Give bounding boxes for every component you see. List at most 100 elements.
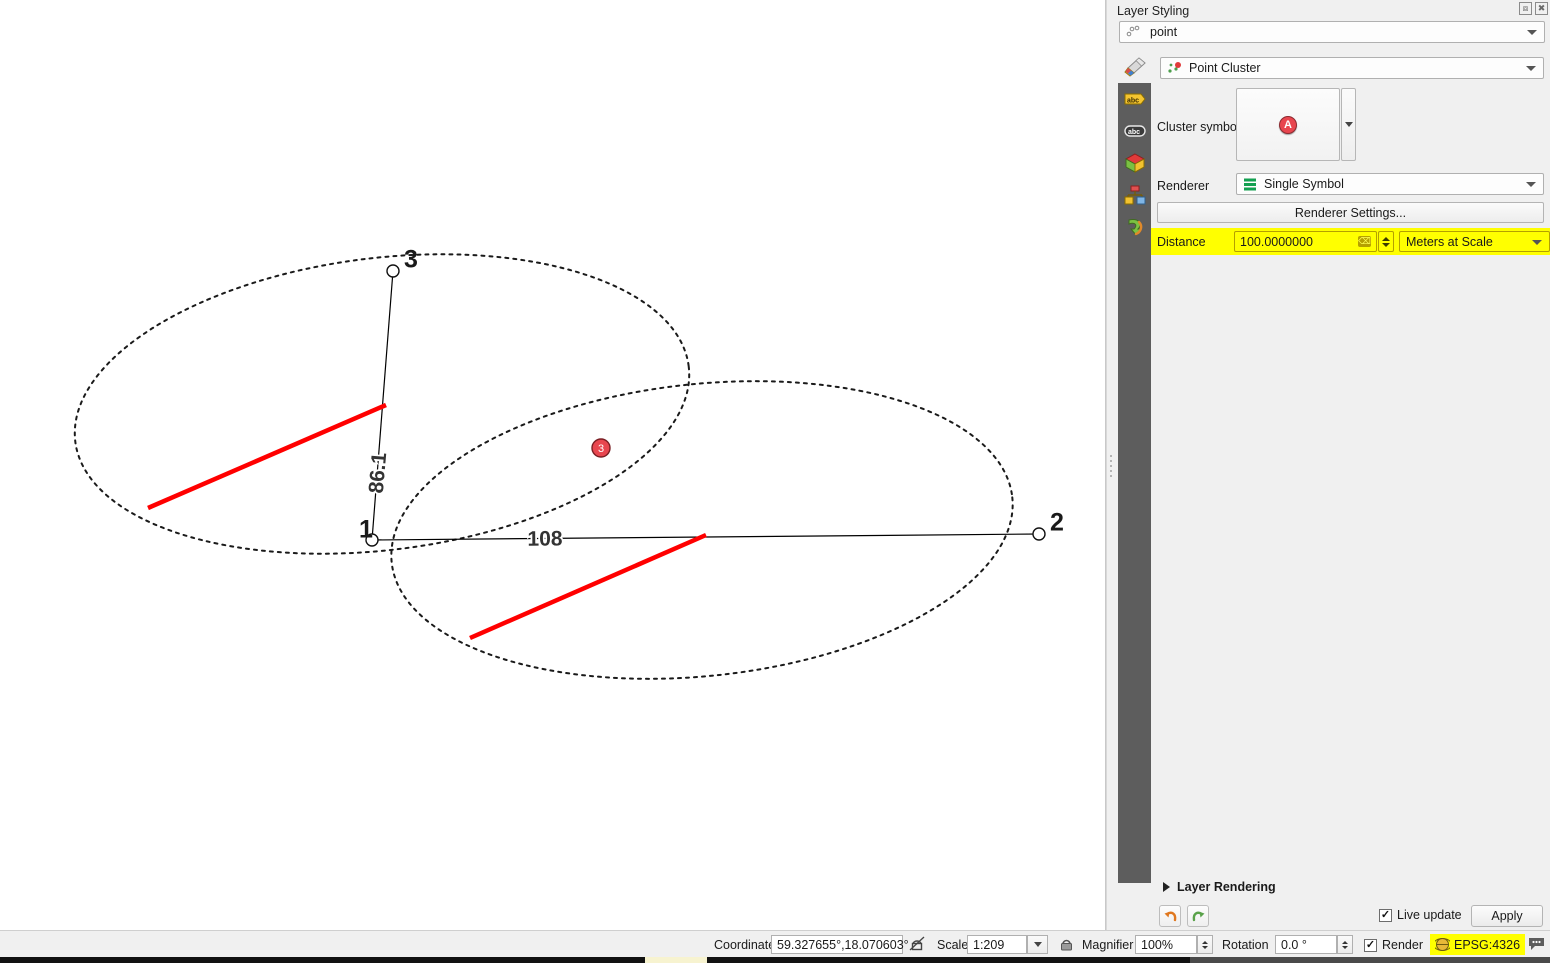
buffer-ellipse-right	[390, 380, 1014, 680]
edge-length-label-86.1: 86.1	[365, 451, 392, 494]
red-line-left	[147, 402, 387, 511]
svg-text:abc: abc	[1128, 129, 1140, 136]
chevron-down-icon	[1033, 942, 1042, 947]
tab-3d-view[interactable]	[1118, 147, 1151, 179]
checkbox-mark: ✓	[1364, 938, 1377, 952]
style-tab-strip: abc abc	[1118, 83, 1151, 883]
symbol-type-value: Point Cluster	[1189, 61, 1261, 75]
render-checkbox[interactable]: ✓ Render	[1364, 938, 1423, 952]
chevron-down-icon	[1526, 182, 1536, 187]
stepper-down-icon	[1382, 242, 1390, 247]
distance-unit-combo[interactable]: Meters at Scale	[1399, 231, 1550, 252]
diagram-chart-icon	[1124, 185, 1145, 205]
stepper-down-icon	[1342, 945, 1348, 949]
vertex-label-1: 1	[359, 516, 373, 544]
tab-diagrams[interactable]	[1118, 179, 1151, 211]
edge-length-label-108: 108	[527, 527, 563, 550]
scale-label: Scale	[937, 938, 969, 952]
chevron-right-icon	[1163, 882, 1170, 892]
qgis-window: 108 86.1 1 2 3 3 Layer Styling ⧈ ✖ point a…	[0, 0, 1550, 963]
tab-masks[interactable]: abc	[1118, 115, 1151, 147]
extent-lock-icon[interactable]	[909, 936, 926, 955]
symbology-form: Point Cluster Cluster symbol A Renderer …	[1151, 52, 1550, 262]
layer-rendering-section[interactable]: Layer Rendering	[1163, 880, 1276, 894]
clear-icon[interactable]: ⌫	[1358, 235, 1371, 247]
renderer-value: Single Symbol	[1264, 177, 1344, 191]
magnifier-stepper[interactable]	[1197, 935, 1213, 954]
redo-button[interactable]	[1187, 905, 1209, 927]
point-layer-icon	[1126, 25, 1140, 37]
map-canvas[interactable]: 108 86.1 1 2 3 3	[0, 0, 1106, 930]
render-label: Render	[1382, 938, 1423, 952]
vertex-marker-2[interactable]	[1032, 527, 1046, 541]
tab-symbology[interactable]	[1120, 53, 1150, 81]
lock-icon[interactable]	[1059, 936, 1074, 955]
chevron-down-icon	[1527, 30, 1537, 35]
stepper-up-icon	[1342, 940, 1348, 944]
cluster-symbol-dropdown-button[interactable]	[1341, 88, 1356, 161]
panel-splitter[interactable]	[1106, 0, 1114, 930]
masks-abc-icon: abc	[1123, 125, 1146, 137]
scale-dropdown-button[interactable]	[1027, 935, 1048, 954]
scale-field[interactable]: 1:209	[967, 935, 1027, 954]
panel-footer: ✓ Live update Apply	[1151, 903, 1550, 930]
live-update-checkbox[interactable]: ✓ Live update	[1379, 908, 1462, 922]
cluster-marker-count: 3	[598, 443, 604, 455]
live-update-label: Live update	[1397, 908, 1462, 922]
layer-rendering-label: Layer Rendering	[1177, 880, 1276, 894]
distance-stepper[interactable]	[1378, 231, 1394, 252]
splitter-grip	[1110, 455, 1112, 477]
red-line-features	[147, 402, 707, 641]
distance-input[interactable]: 100.0000000 ⌫	[1234, 231, 1377, 252]
svg-text:abc: abc	[1127, 98, 1139, 105]
rotation-value: 0.0 °	[1281, 937, 1307, 952]
apply-button[interactable]: Apply	[1471, 905, 1543, 927]
tab-actions[interactable]	[1118, 211, 1151, 243]
rotation-stepper[interactable]	[1337, 935, 1353, 954]
magnifier-field[interactable]: 100%	[1135, 935, 1197, 954]
page-title: Layer Styling	[1117, 4, 1190, 18]
globe-crs-icon	[1435, 938, 1450, 951]
chevron-down-icon	[1532, 239, 1542, 245]
renderer-settings-button[interactable]: Renderer Settings...	[1157, 202, 1544, 223]
stepper-up-icon	[1382, 236, 1390, 241]
point-cluster-marker[interactable]: 3	[591, 438, 611, 458]
coordinate-field[interactable]: 59.327655°,18.070603°	[771, 935, 909, 954]
buffer-ellipse-left	[73, 253, 691, 555]
renderer-combo[interactable]: Single Symbol	[1236, 173, 1544, 195]
renderer-label: Renderer	[1157, 179, 1210, 193]
point-cluster-icon	[1168, 62, 1181, 73]
os-taskbar	[0, 957, 1550, 963]
symbol-type-combo[interactable]: Point Cluster	[1160, 57, 1544, 79]
vertex-markers	[365, 264, 1046, 547]
chevron-down-icon	[1526, 66, 1536, 71]
rotation-label: Rotation	[1222, 938, 1269, 952]
magnifier-label: Magnifier	[1082, 938, 1134, 952]
magnifier-value: 100%	[1141, 937, 1173, 952]
tab-labels[interactable]: abc	[1118, 83, 1151, 115]
messages-bubble-icon[interactable]	[1528, 936, 1545, 954]
crs-status-badge[interactable]: EPSG:4326	[1430, 934, 1526, 955]
coordinate-label: Coordinate	[714, 938, 776, 952]
undo-button[interactable]	[1159, 905, 1181, 927]
measurement-edges	[371, 270, 1040, 541]
distance-row: Distance 100.0000000 ⌫ Meters at Scale	[1151, 228, 1550, 255]
labels-abc-icon: abc	[1124, 93, 1146, 105]
stepper-up-icon	[1202, 940, 1208, 944]
distance-unit-value: Meters at Scale	[1406, 234, 1493, 249]
taskbar-item-active[interactable]	[645, 957, 707, 963]
vertex-label-3: 3	[404, 246, 418, 274]
float-window-icon[interactable]: ⧈	[1519, 2, 1532, 15]
distance-value: 100.0000000	[1240, 234, 1313, 249]
panel-titlebar: Layer Styling ⧈ ✖	[1114, 0, 1550, 20]
panel-title-buttons: ⧈ ✖	[1519, 2, 1548, 15]
cluster-symbol-preview[interactable]: A	[1236, 88, 1340, 161]
vertex-marker-3[interactable]	[386, 264, 400, 278]
chevron-down-icon	[1344, 122, 1353, 127]
actions-arrow-icon	[1128, 219, 1142, 236]
vertex-label-2: 2	[1050, 509, 1064, 537]
layer-select-combo[interactable]: point	[1119, 21, 1545, 43]
close-icon[interactable]: ✖	[1535, 2, 1548, 15]
coordinate-value: 59.327655°,18.070603°	[777, 937, 909, 952]
rotation-field[interactable]: 0.0 °	[1275, 935, 1337, 954]
